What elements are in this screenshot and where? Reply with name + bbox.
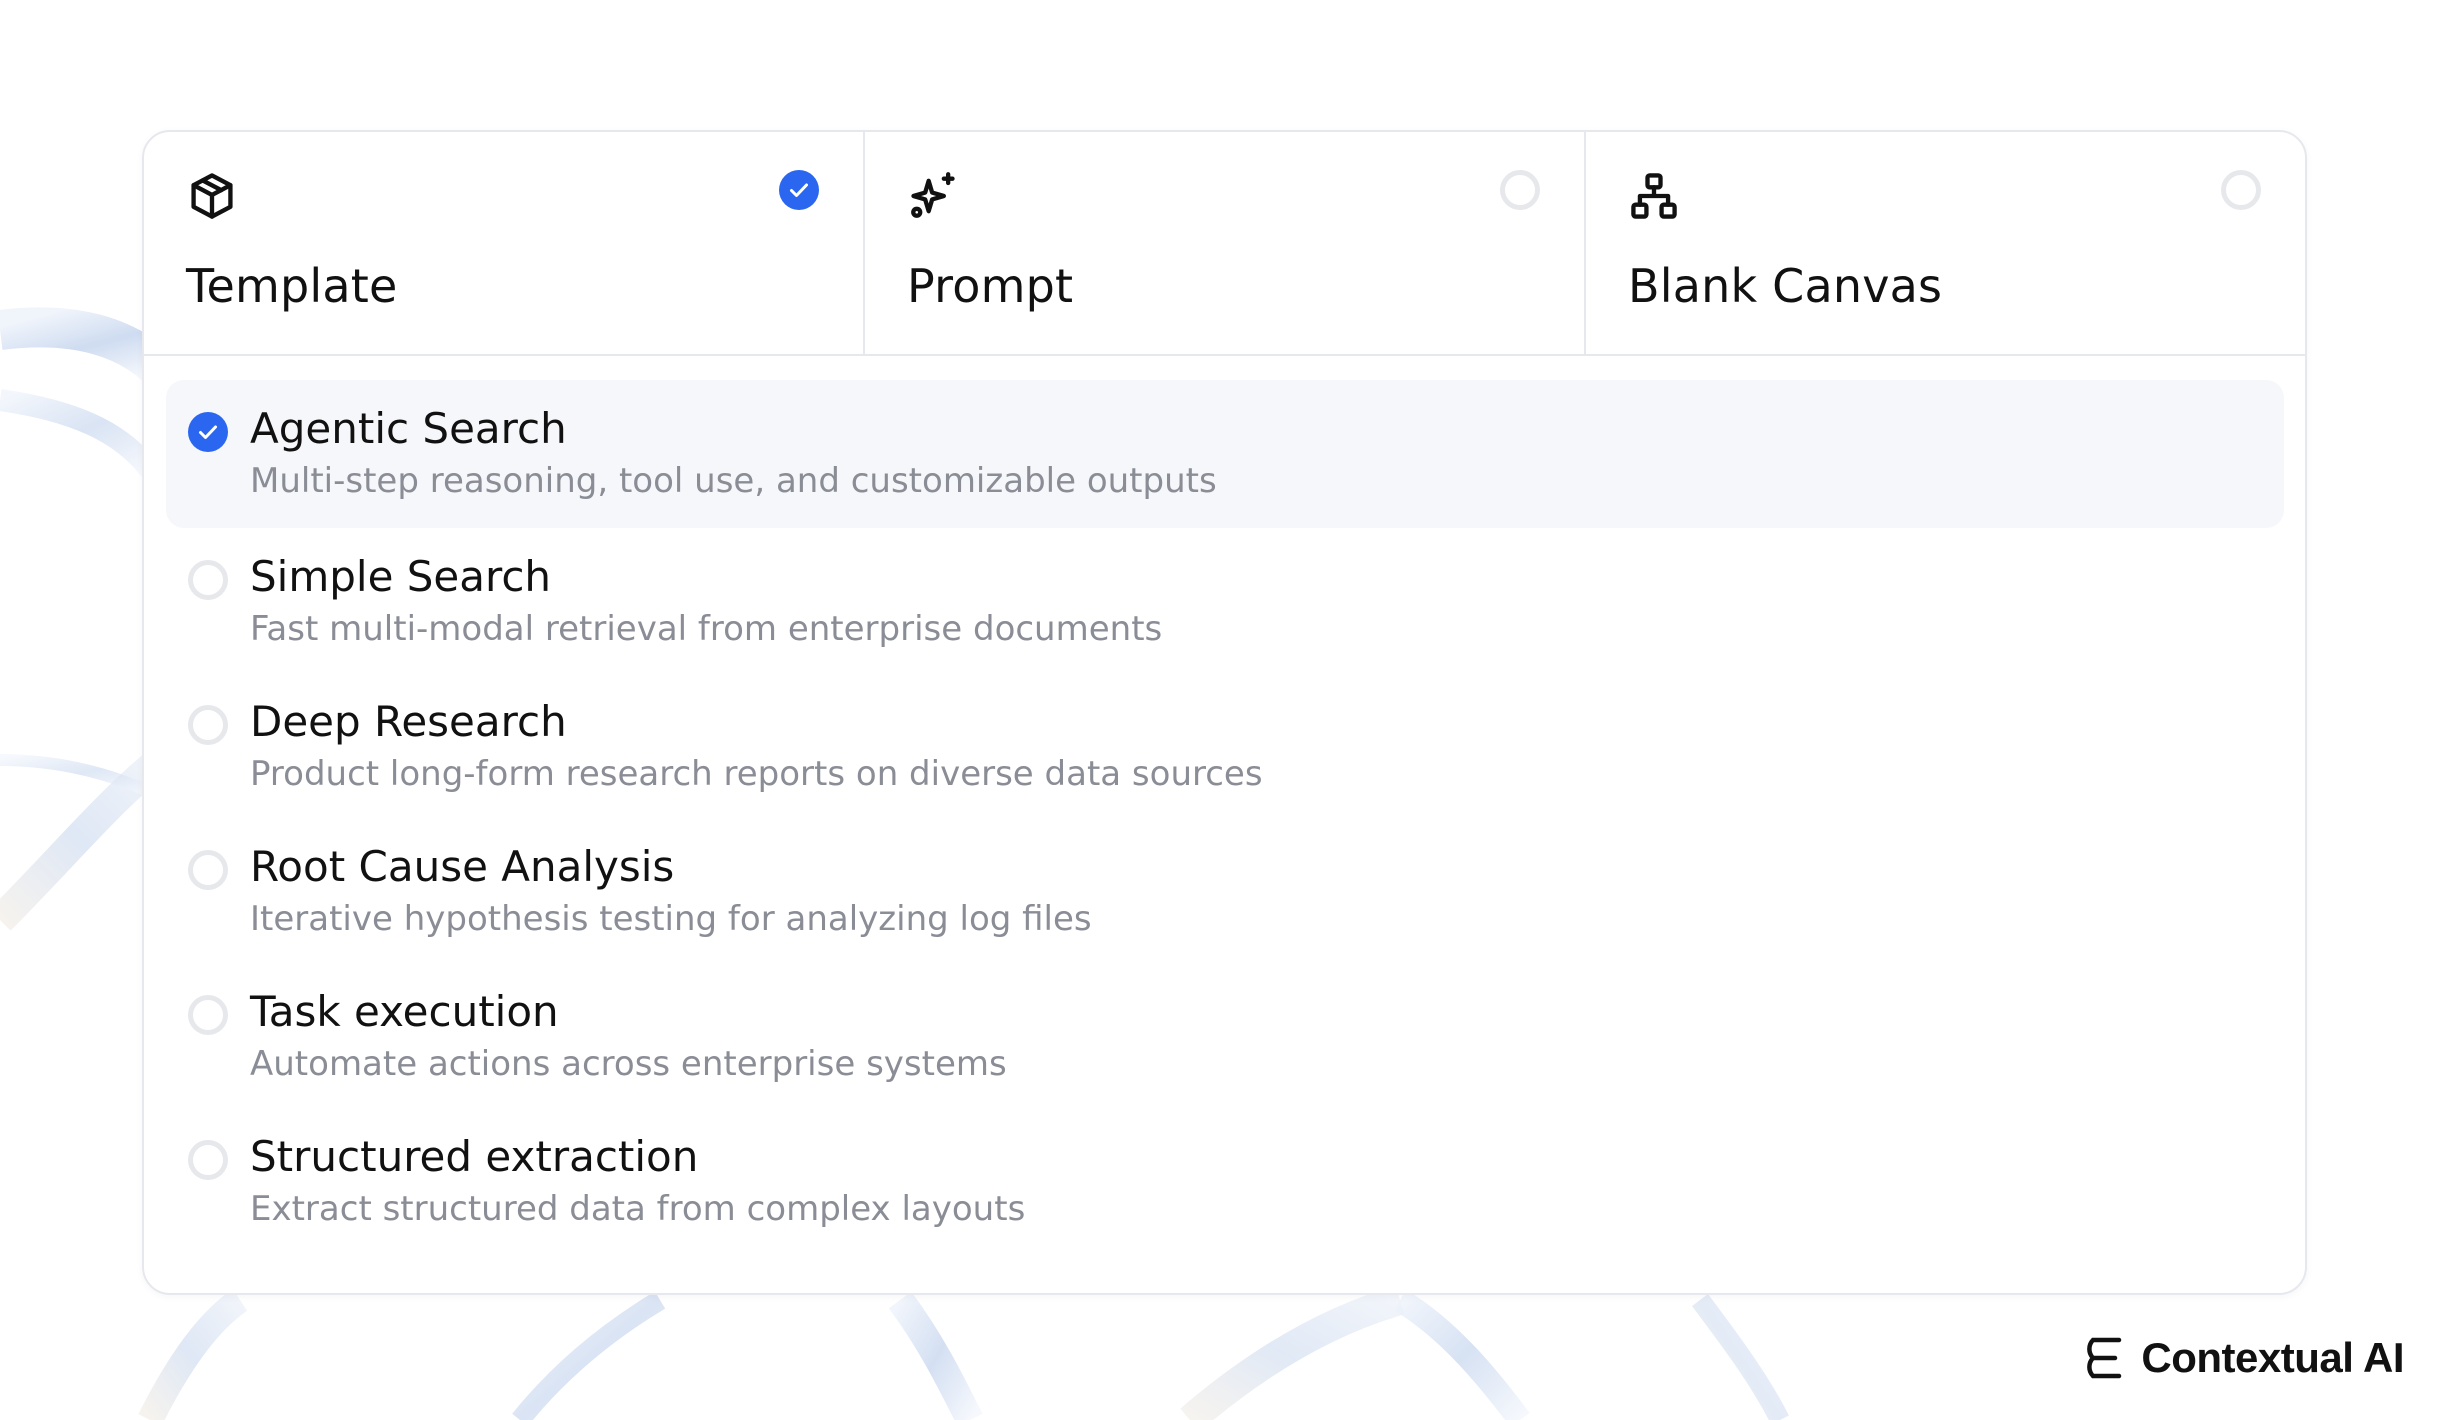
check-icon: [790, 183, 808, 197]
contextual-logo-icon: [2087, 1337, 2122, 1379]
template-structured-extraction[interactable]: Structured extraction Extract structured…: [166, 1108, 2284, 1256]
template-title: Root Cause Analysis: [250, 842, 675, 891]
radio-unselected[interactable]: [188, 560, 228, 600]
radio-unselected[interactable]: [188, 1140, 228, 1180]
brand-logo: Contextual AI: [2075, 1330, 2404, 1386]
radio-unselected[interactable]: [188, 995, 228, 1035]
template-description: Multi-step reasoning, tool use, and cust…: [250, 461, 1217, 501]
template-task-execution[interactable]: Task execution Automate actions across e…: [166, 963, 2284, 1111]
mode-template[interactable]: Template: [144, 132, 863, 354]
template-title: Deep Research: [250, 697, 567, 746]
template-deep-research[interactable]: Deep Research Product long-form research…: [166, 673, 2284, 821]
mode-label: Template: [186, 259, 398, 313]
brand-name: Contextual AI: [2141, 1334, 2404, 1381]
mode-label: Prompt: [907, 259, 1074, 313]
template-description: Extract structured data from complex lay…: [250, 1189, 1026, 1229]
template-description: Fast multi-modal retrieval from enterpri…: [250, 609, 1163, 649]
template-title: Agentic Search: [250, 404, 567, 453]
radio-selected[interactable]: [188, 412, 228, 452]
mode-selector: Template Prompt Blank Canvas: [144, 132, 2305, 356]
cube-icon: [191, 173, 233, 219]
radio-unselected[interactable]: [2221, 170, 2261, 210]
template-description: Product long-form research reports on di…: [250, 754, 1263, 794]
create-agent-card: Template Prompt Blank Canvas Agentic Sea…: [142, 130, 2307, 1295]
template-description: Iterative hypothesis testing for analyzi…: [250, 899, 1092, 939]
template-root-cause-analysis[interactable]: Root Cause Analysis Iterative hypothesis…: [166, 818, 2284, 966]
mode-prompt[interactable]: Prompt: [863, 132, 1584, 354]
sparkles-icon: [911, 172, 955, 218]
check-icon: [199, 425, 217, 439]
radio-selected[interactable]: [779, 170, 819, 210]
mode-blank-canvas[interactable]: Blank Canvas: [1584, 132, 2305, 354]
template-agentic-search[interactable]: Agentic Search Multi-step reasoning, too…: [166, 380, 2284, 528]
workflow-icon: [1631, 173, 1677, 219]
radio-unselected[interactable]: [188, 850, 228, 890]
template-title: Simple Search: [250, 552, 552, 601]
template-simple-search[interactable]: Simple Search Fast multi-modal retrieval…: [166, 528, 2284, 676]
radio-unselected[interactable]: [188, 705, 228, 745]
template-title: Structured extraction: [250, 1132, 699, 1181]
template-description: Automate actions across enterprise syste…: [250, 1044, 1007, 1084]
mode-label: Blank Canvas: [1628, 259, 1943, 313]
template-title: Task execution: [250, 987, 559, 1036]
radio-unselected[interactable]: [1500, 170, 1540, 210]
